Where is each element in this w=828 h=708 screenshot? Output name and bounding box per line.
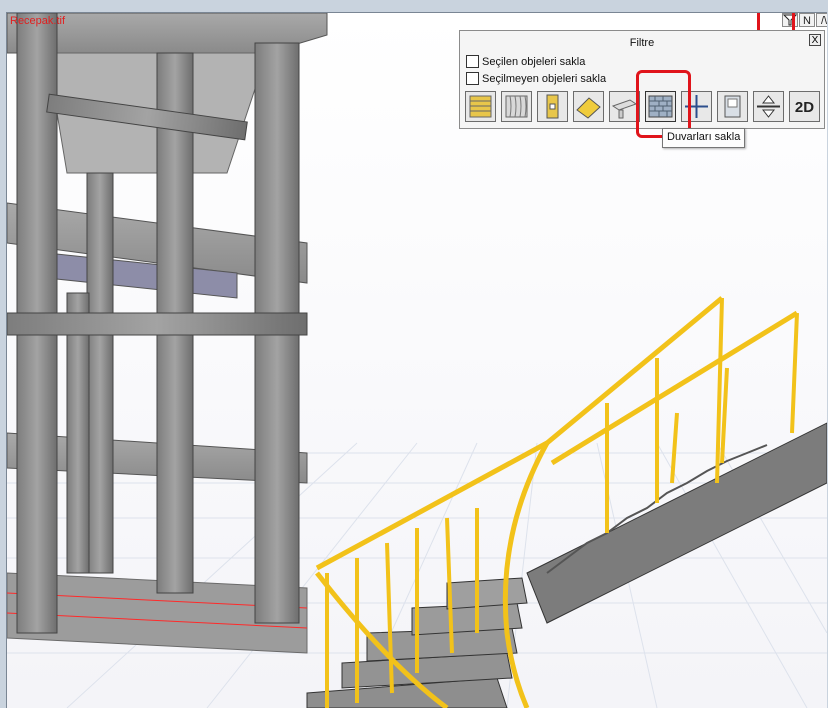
hide-selected-label: Seçilen objeleri sakla <box>482 55 586 68</box>
close-button[interactable]: X <box>809 34 821 46</box>
north-button[interactable]: N <box>799 13 815 27</box>
hide-slabs-button[interactable] <box>465 91 496 122</box>
filter-panel: Filtre X Seçilen objeleri sakla Seçilmey… <box>459 30 825 129</box>
hide-unselected-checkbox[interactable]: Seçilmeyen objeleri sakla <box>466 72 606 85</box>
hide-axes-button[interactable] <box>681 91 712 122</box>
building-frame <box>7 13 328 634</box>
hide-roofs-button[interactable] <box>573 91 604 122</box>
roof-icon <box>576 97 601 119</box>
toggle-2d-button[interactable]: 2D <box>789 91 820 122</box>
view-up-button[interactable]: /\ <box>816 13 827 27</box>
hide-selected-checkbox[interactable]: Seçilen objeleri sakla <box>466 55 585 68</box>
funnel-icon <box>782 14 798 26</box>
hide-doors-button[interactable] <box>717 91 748 122</box>
hide-columns-button[interactable] <box>537 91 568 122</box>
panel-title: Filtre <box>629 37 655 49</box>
door-icon <box>724 95 741 118</box>
filter-toggle-button[interactable] <box>782 13 798 27</box>
grid-axis-icon <box>685 95 708 118</box>
viewport-title: Recepak.tif <box>10 15 66 27</box>
curtain-icon <box>505 95 528 118</box>
tooltip: Duvarları sakla <box>662 128 746 148</box>
hide-unselected-label: Seçilmeyen objeleri sakla <box>482 72 607 85</box>
2d-icon: 2D <box>795 99 814 116</box>
svg-text:2D: 2D <box>795 99 814 116</box>
hide-beams-button[interactable] <box>609 91 640 122</box>
checkbox-icon[interactable] <box>466 55 479 68</box>
column-icon <box>546 94 559 119</box>
checkbox-icon[interactable] <box>466 72 479 85</box>
hide-levels-button[interactable] <box>753 91 784 122</box>
beam-icon <box>611 99 638 119</box>
hide-curtains-button[interactable] <box>501 91 532 122</box>
level-icon <box>757 95 780 118</box>
slab-icon <box>469 95 492 118</box>
wall-icon <box>648 95 673 118</box>
hide-walls-button[interactable] <box>645 91 676 122</box>
